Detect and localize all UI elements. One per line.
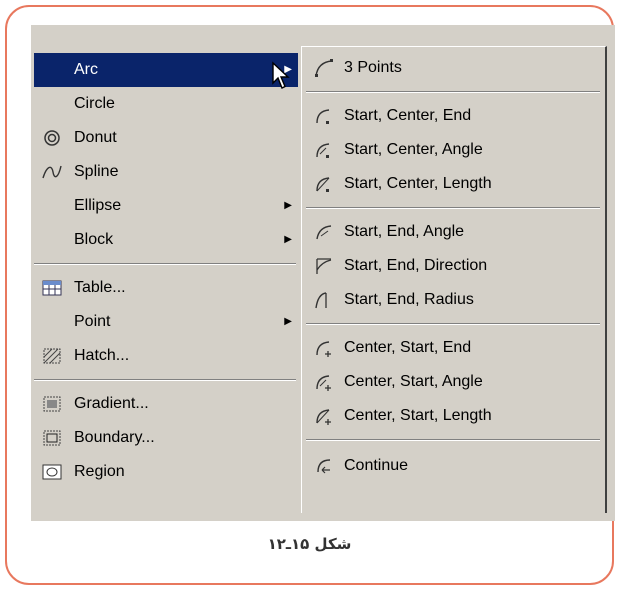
submenu-item-center-start-length[interactable]: Center, Start, Length xyxy=(306,399,602,433)
spline-icon xyxy=(42,165,62,179)
boundary-icon xyxy=(43,430,61,446)
draw-menu: Arc ▶ Circle Donut Spline Ellipse ▶ Bloc… xyxy=(31,51,302,521)
hatch-icon xyxy=(43,348,61,364)
submenu-item-label: 3 Points xyxy=(344,59,402,76)
menu-item-gradient[interactable]: Gradient... xyxy=(34,387,298,421)
menu-item-donut[interactable]: Donut xyxy=(34,121,298,155)
submenu-item-start-center-angle[interactable]: Start, Center, Angle xyxy=(306,133,602,167)
submenu-item-continue[interactable]: Continue xyxy=(306,449,602,483)
arc-cse-icon xyxy=(316,341,331,357)
submenu-item-label: Center, Start, Angle xyxy=(344,373,483,390)
arc-ser-icon xyxy=(315,292,327,309)
submenu-item-center-start-end[interactable]: Center, Start, End xyxy=(306,331,602,365)
menu-item-arc[interactable]: Arc ▶ xyxy=(34,53,298,87)
submenu-arrow-icon: ▶ xyxy=(284,316,292,327)
figure-frame: Arc ▶ Circle Donut Spline Ellipse ▶ Bloc… xyxy=(5,5,615,585)
submenu-item-start-end-radius[interactable]: Start, End, Radius xyxy=(306,283,602,317)
menu-item-label: Table... xyxy=(74,279,126,296)
menu-item-table[interactable]: Table... xyxy=(34,271,298,305)
submenu-item-label: Start, Center, Length xyxy=(344,175,492,192)
arc-submenu: 3 Points Start, Center, End Start, Cente… xyxy=(301,46,607,521)
menu-item-label: Hatch... xyxy=(74,347,130,364)
submenu-item-start-end-angle[interactable]: Start, End, Angle xyxy=(306,215,602,249)
menu-separator xyxy=(34,379,296,381)
submenu-item-start-center-length[interactable]: Start, Center, Length xyxy=(306,167,602,201)
submenu-item-start-center-end[interactable]: Start, Center, End xyxy=(306,99,602,133)
menu-screenshot: Arc ▶ Circle Donut Spline Ellipse ▶ Bloc… xyxy=(31,25,615,521)
arc-sca-icon xyxy=(316,143,330,158)
donut-icon xyxy=(44,130,60,146)
menu-bottom-strip xyxy=(31,513,615,521)
arc-sed-icon xyxy=(316,258,332,274)
menu-separator xyxy=(306,91,600,93)
submenu-item-3-points[interactable]: 3 Points xyxy=(306,51,602,85)
figure-caption: شکل ۱۵ـ۱۲ xyxy=(267,535,352,553)
submenu-arrow-icon: ▶ xyxy=(284,234,292,245)
menu-separator xyxy=(34,263,296,265)
submenu-item-label: Continue xyxy=(344,457,409,474)
submenu-item-label: Start, Center, Angle xyxy=(344,141,483,158)
menu-item-label: Arc xyxy=(74,61,98,78)
arc-sce-icon xyxy=(316,109,330,124)
menu-item-label: Block xyxy=(74,231,114,248)
menu-item-region[interactable]: Region xyxy=(34,455,298,489)
menu-item-label: Circle xyxy=(74,95,115,112)
menu-item-point[interactable]: Point ▶ xyxy=(34,305,298,339)
menu-item-block[interactable]: Block ▶ xyxy=(34,223,298,257)
submenu-item-label: Start, Center, End xyxy=(344,107,472,124)
mouse-cursor-icon xyxy=(272,61,290,89)
menu-top-strip xyxy=(31,25,615,47)
submenu-item-start-end-direction[interactable]: Start, End, Direction xyxy=(306,249,602,283)
arc-continue-icon xyxy=(317,459,331,474)
menu-separator xyxy=(306,207,600,209)
menu-item-circle[interactable]: Circle xyxy=(34,87,298,121)
menu-item-label: Gradient... xyxy=(74,395,149,412)
arc-scl-icon xyxy=(316,177,330,192)
menu-item-label: Donut xyxy=(74,129,117,146)
menu-item-boundary[interactable]: Boundary... xyxy=(34,421,298,455)
menu-item-label: Region xyxy=(74,463,125,480)
arc-sea-icon xyxy=(316,225,332,240)
menu-item-spline[interactable]: Spline xyxy=(34,155,298,189)
submenu-item-label: Start, End, Direction xyxy=(344,257,488,274)
submenu-item-label: Start, End, Radius xyxy=(344,291,474,308)
arc-csa-icon xyxy=(316,375,331,391)
region-icon xyxy=(42,464,62,480)
arc-3points-icon xyxy=(315,59,333,77)
menu-separator xyxy=(306,439,600,441)
submenu-item-label: Center, Start, Length xyxy=(344,407,492,424)
table-icon xyxy=(42,280,62,296)
submenu-item-center-start-angle[interactable]: Center, Start, Angle xyxy=(306,365,602,399)
gradient-icon xyxy=(43,396,61,412)
submenu-item-label: Center, Start, End xyxy=(344,339,472,356)
submenu-arrow-icon: ▶ xyxy=(284,200,292,211)
submenu-item-label: Start, End, Angle xyxy=(344,223,465,240)
menu-item-label: Ellipse xyxy=(74,197,122,214)
menu-item-label: Spline xyxy=(74,163,119,180)
menu-item-hatch[interactable]: Hatch... xyxy=(34,339,298,373)
menu-item-ellipse[interactable]: Ellipse ▶ xyxy=(34,189,298,223)
menu-separator xyxy=(306,323,600,325)
menu-item-label: Point xyxy=(74,313,111,330)
arc-csl-icon xyxy=(316,409,331,425)
menu-item-label: Boundary... xyxy=(74,429,155,446)
